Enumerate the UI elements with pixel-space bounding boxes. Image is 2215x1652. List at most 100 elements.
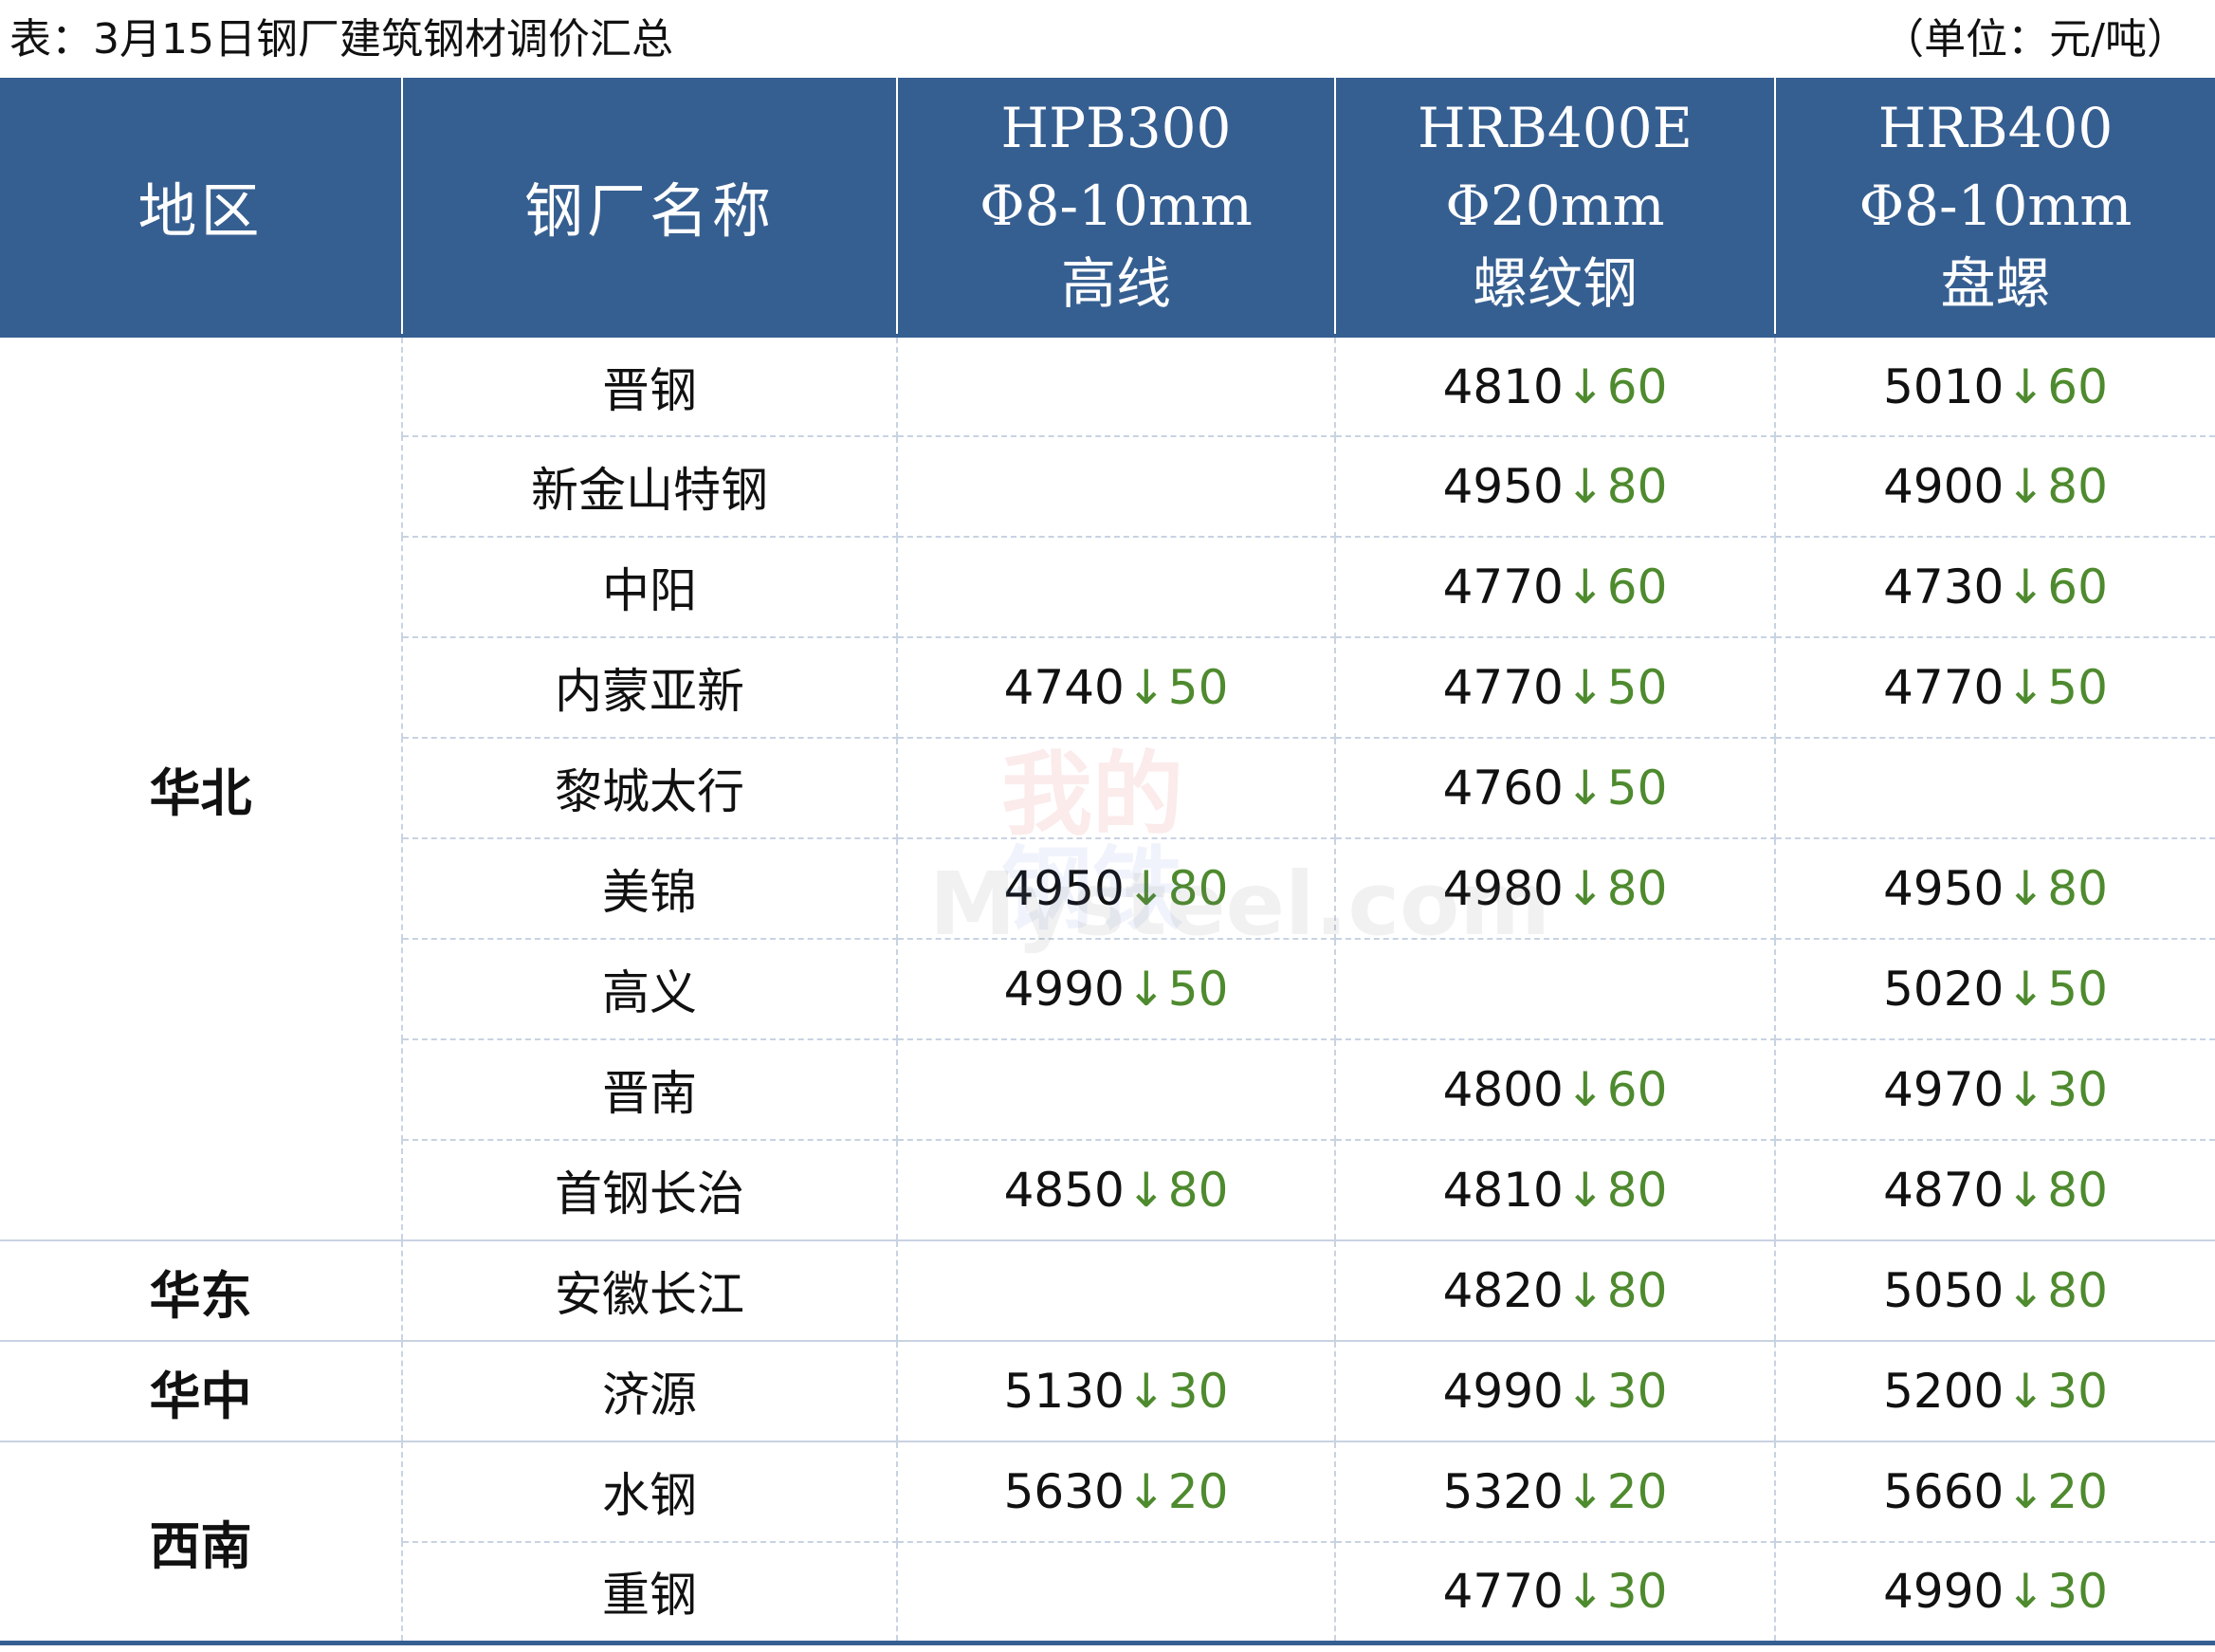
table-header: 地区 钢厂名称 HPB300 Φ8-10mm 高线 HRB400E Φ20mm …: [0, 78, 2215, 338]
price-value: 5200: [1883, 1364, 2004, 1419]
price-value: 4760: [1442, 761, 1564, 816]
price-cell-hpb300: 4740↓50: [897, 637, 1336, 739]
price-change: 50: [1606, 660, 1668, 715]
header-hpb300-spec: Φ8-10mm: [979, 174, 1253, 238]
price-cell-hrb400: 5050↓80: [1775, 1240, 2215, 1342]
price-value: 4810: [1442, 1163, 1564, 1218]
price-value: 4970: [1883, 1062, 2004, 1117]
down-arrow-icon: ↓: [2005, 1163, 2046, 1218]
price-cell-hpb300: 4850↓80: [897, 1140, 1336, 1241]
down-arrow-icon: ↓: [1126, 1464, 1166, 1519]
price-value: 5010: [1883, 358, 2004, 414]
price-cell-hrb400e: [1335, 939, 1776, 1040]
price-change: 30: [1606, 1364, 1668, 1419]
region-cell: 华东: [0, 1240, 403, 1342]
header-row: 地区 钢厂名称 HPB300 Φ8-10mm 高线 HRB400E Φ20mm …: [0, 78, 2215, 338]
header-hrb400e: HRB400E Φ20mm 螺纹钢: [1335, 78, 1776, 338]
down-arrow-icon: ↓: [1126, 1364, 1166, 1419]
down-arrow-icon: ↓: [1565, 761, 1605, 816]
down-arrow-icon: ↓: [1565, 1364, 1605, 1419]
price-value: 4870: [1883, 1163, 2004, 1218]
price-value: 4850: [1003, 1163, 1125, 1218]
mill-name-cell: 内蒙亚新: [402, 637, 898, 739]
price-value: 5630: [1003, 1464, 1125, 1519]
price-change: 60: [2047, 560, 2108, 615]
price-value: 4810: [1442, 358, 1564, 414]
price-change: 80: [2047, 459, 2108, 514]
down-arrow-icon: ↓: [1565, 861, 1605, 916]
price-cell-hpb300: [897, 336, 1336, 437]
unit-label: （单位：元/吨）: [1882, 15, 2188, 64]
price-change: 20: [1606, 1464, 1668, 1519]
price-cell-hpb300: 4950↓80: [897, 838, 1336, 940]
price-cell-hrb400: 4990↓30: [1775, 1542, 2215, 1645]
price-change: 60: [1606, 560, 1668, 615]
price-value: 4990: [1883, 1564, 2004, 1620]
price-value: 4950: [1003, 861, 1125, 916]
mill-name-cell: 水钢: [402, 1441, 898, 1543]
header-mill: 钢厂名称: [402, 78, 898, 338]
header-hrb400e-spec: Φ20mm: [1445, 174, 1665, 238]
header-hrb400: HRB400 Φ8-10mm 盘螺: [1775, 78, 2215, 338]
down-arrow-icon: ↓: [1126, 861, 1166, 916]
down-arrow-icon: ↓: [2005, 1263, 2046, 1318]
header-hrb400e-grade: HRB400E: [1418, 96, 1693, 160]
header-hrb400-grade: HRB400: [1877, 96, 2114, 160]
price-change: 50: [1167, 962, 1229, 1017]
mill-name-cell: 高义: [402, 939, 898, 1040]
price-cell-hrb400e: 4810↓60: [1335, 336, 1776, 437]
mill-name-cell: 晋钢: [402, 336, 898, 437]
down-arrow-icon: ↓: [2005, 358, 2046, 414]
price-cell-hrb400: 5020↓50: [1775, 939, 2215, 1040]
price-cell-hpb300: [897, 1039, 1336, 1141]
down-arrow-icon: ↓: [1565, 1163, 1605, 1218]
down-arrow-icon: ↓: [1565, 1564, 1605, 1620]
down-arrow-icon: ↓: [2005, 962, 2046, 1017]
down-arrow-icon: ↓: [1126, 962, 1166, 1017]
price-cell-hrb400e: 4950↓80: [1335, 436, 1776, 538]
price-cell-hpb300: [897, 1542, 1336, 1645]
price-change: 30: [1167, 1364, 1229, 1419]
price-change: 80: [1606, 1163, 1668, 1218]
price-value: 4770: [1442, 1564, 1564, 1620]
price-change: 60: [1606, 358, 1668, 414]
price-change: 80: [2047, 1263, 2108, 1318]
mill-name-cell: 黎城太行: [402, 738, 898, 839]
header-mill-label: 钢厂名称: [523, 176, 775, 246]
price-value: 5660: [1883, 1464, 2004, 1519]
down-arrow-icon: ↓: [1126, 660, 1166, 715]
price-value: 5020: [1883, 962, 2004, 1017]
price-cell-hpb300: 4990↓50: [897, 939, 1336, 1040]
down-arrow-icon: ↓: [2005, 660, 2046, 715]
down-arrow-icon: ↓: [1565, 1464, 1605, 1519]
price-change: 50: [1606, 761, 1668, 816]
price-cell-hrb400: 4870↓80: [1775, 1140, 2215, 1241]
price-cell-hrb400: 5200↓30: [1775, 1341, 2215, 1442]
header-region: 地区: [0, 78, 403, 338]
price-cell-hrb400: 4970↓30: [1775, 1039, 2215, 1141]
price-cell-hpb300: [897, 436, 1336, 538]
price-cell-hrb400e: 4810↓80: [1335, 1140, 1776, 1241]
price-change: 80: [1606, 1263, 1668, 1318]
price-value: 4770: [1442, 660, 1564, 715]
down-arrow-icon: ↓: [2005, 861, 2046, 916]
price-cell-hpb300: [897, 738, 1336, 839]
header-hpb300: HPB300 Φ8-10mm 高线: [897, 78, 1336, 338]
down-arrow-icon: ↓: [1565, 1263, 1605, 1318]
price-cell-hrb400e: 4770↓30: [1335, 1542, 1776, 1645]
price-cell-hrb400e: 4770↓50: [1335, 637, 1776, 739]
price-cell-hrb400: 5010↓60: [1775, 336, 2215, 437]
down-arrow-icon: ↓: [2005, 1062, 2046, 1117]
price-change: 30: [2047, 1364, 2108, 1419]
price-cell-hrb400e: 5320↓20: [1335, 1441, 1776, 1543]
header-hrb400e-type: 螺纹钢: [1472, 251, 1638, 316]
price-cell-hrb400e: 4820↓80: [1335, 1240, 1776, 1342]
price-change: 80: [1167, 861, 1229, 916]
mill-name-cell: 重钢: [402, 1542, 898, 1645]
mill-name-cell: 安徽长江: [402, 1240, 898, 1342]
mill-name-cell: 中阳: [402, 537, 898, 638]
price-change: 80: [1167, 1163, 1229, 1218]
mill-name-cell: 首钢长治: [402, 1140, 898, 1241]
mill-name-cell: 美锦: [402, 838, 898, 940]
price-value: 5320: [1442, 1464, 1564, 1519]
